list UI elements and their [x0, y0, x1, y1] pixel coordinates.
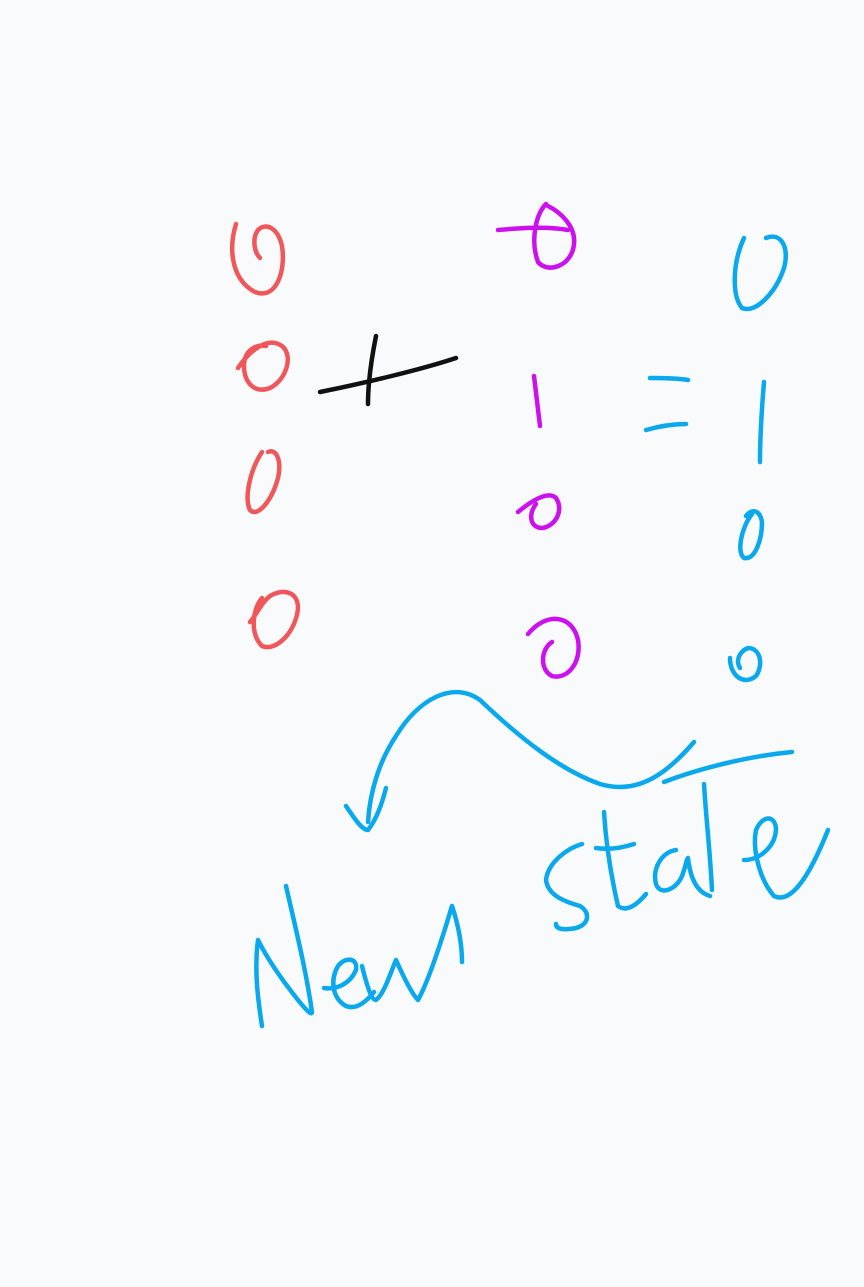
result-digit-3 — [738, 508, 765, 561]
result-column — [727, 234, 788, 683]
caption-handwriting — [254, 749, 831, 1029]
whiteboard-canvas[interactable] — [0, 0, 864, 1287]
operand-b-digit-4 — [525, 616, 581, 679]
operand-a-digit-4 — [247, 589, 301, 650]
operand-b-digit-1 — [495, 201, 577, 270]
operand-a-column — [229, 221, 301, 650]
curved-arrow-icon — [343, 689, 697, 833]
plus-operator — [317, 333, 459, 407]
result-digit-4 — [727, 645, 763, 683]
result-digit-1 — [732, 234, 788, 312]
result-digit-2 — [757, 379, 767, 465]
operand-b-column — [495, 201, 581, 679]
equals-operator — [643, 375, 691, 433]
operand-a-digit-2 — [235, 340, 290, 392]
operand-b-digit-2 — [531, 373, 543, 429]
operand-a-digit-1 — [229, 221, 286, 296]
operand-b-digit-3 — [515, 493, 562, 531]
operand-a-digit-3 — [245, 449, 282, 515]
